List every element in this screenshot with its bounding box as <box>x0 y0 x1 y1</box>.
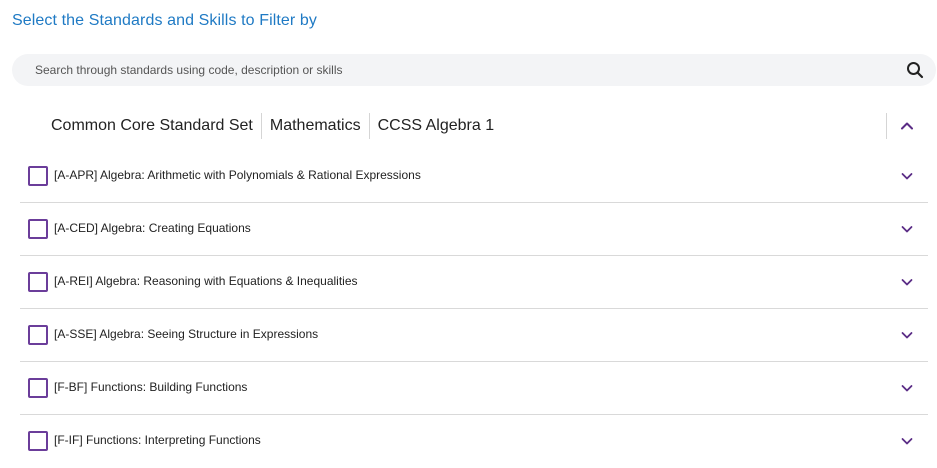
list-item: [F-IF] Functions: Interpreting Functions <box>20 415 928 468</box>
search-icon[interactable] <box>906 61 924 79</box>
list-item: [A-REI] Algebra: Reasoning with Equation… <box>20 256 928 309</box>
chevron-down-icon[interactable] <box>898 326 916 344</box>
divider <box>886 113 887 139</box>
breadcrumb-standard-set[interactable]: Common Core Standard Set <box>40 113 261 139</box>
standard-label: [A-REI] Algebra: Reasoning with Equation… <box>54 274 358 288</box>
chevron-down-icon[interactable] <box>898 379 916 397</box>
standard-label: [A-APR] Algebra: Arithmetic with Polynom… <box>54 168 421 182</box>
list-item: [A-APR] Algebra: Arithmetic with Polynom… <box>20 150 928 203</box>
list-item: [A-CED] Algebra: Creating Equations <box>20 203 928 256</box>
breadcrumb: Common Core Standard Set Mathematics CCS… <box>40 113 502 139</box>
list-item: [F-BF] Functions: Building Functions <box>20 362 928 415</box>
standard-label: [A-SSE] Algebra: Seeing Structure in Exp… <box>54 327 319 341</box>
search-bar <box>12 54 936 86</box>
standard-checkbox[interactable] <box>28 431 48 451</box>
chevron-up-icon[interactable] <box>897 116 917 136</box>
chevron-down-icon[interactable] <box>898 220 916 238</box>
breadcrumb-course[interactable]: CCSS Algebra 1 <box>368 113 503 139</box>
standard-checkbox[interactable] <box>28 166 48 186</box>
search-input[interactable] <box>12 54 872 86</box>
standard-label: [A-CED] Algebra: Creating Equations <box>54 221 251 235</box>
chevron-down-icon[interactable] <box>898 432 916 450</box>
standard-label: [F-BF] Functions: Building Functions <box>54 380 248 394</box>
chevron-down-icon[interactable] <box>898 273 916 291</box>
standards-list: [A-APR] Algebra: Arithmetic with Polynom… <box>20 150 928 468</box>
standard-checkbox[interactable] <box>28 325 48 345</box>
standard-label: [F-IF] Functions: Interpreting Functions <box>54 433 261 447</box>
standard-checkbox[interactable] <box>28 272 48 292</box>
breadcrumb-subject[interactable]: Mathematics <box>260 113 369 139</box>
standard-checkbox[interactable] <box>28 219 48 239</box>
list-item: [A-SSE] Algebra: Seeing Structure in Exp… <box>20 309 928 362</box>
chevron-down-icon[interactable] <box>898 167 916 185</box>
standard-checkbox[interactable] <box>28 378 48 398</box>
page-title: Select the Standards and Skills to Filte… <box>12 12 317 29</box>
